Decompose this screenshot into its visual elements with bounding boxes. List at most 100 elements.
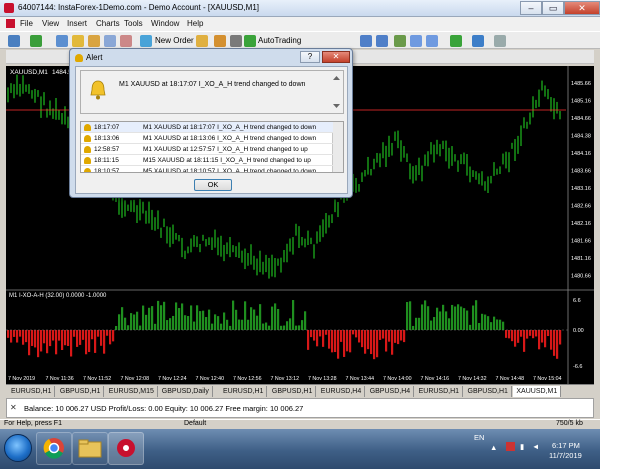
options-icon[interactable] [214, 35, 226, 47]
alert-help-button[interactable]: ? [300, 51, 320, 63]
tile-windows-icon[interactable] [394, 35, 406, 47]
chart-tab[interactable]: EURUSD,M15 [106, 386, 158, 397]
navigator-icon[interactable] [88, 35, 100, 47]
meta-editor-icon[interactable] [196, 35, 208, 47]
autotrading-icon[interactable] [244, 35, 256, 47]
menu-insert[interactable]: Insert [67, 19, 87, 28]
indicator-bar [253, 309, 256, 330]
periods-icon[interactable] [472, 35, 484, 47]
metatrader-taskbar-button[interactable] [108, 432, 144, 465]
alert-row[interactable]: 18:13:06 M1 XAUUSD at 18:13:06 I_XO_A_H t… [81, 133, 333, 144]
time-label: 7 Nov 14:16 [421, 376, 450, 382]
indicator-bar [115, 325, 118, 330]
tester-icon[interactable] [120, 35, 132, 47]
autoscroll-icon[interactable] [426, 35, 438, 47]
new-order-button[interactable]: New Order [155, 36, 194, 45]
tray-arrow-icon[interactable]: ▲ [490, 443, 497, 452]
chart-tab[interactable]: EURUSD,H1 [416, 386, 464, 397]
network-icon[interactable]: ▮ [520, 442, 524, 451]
profiles-icon[interactable] [30, 35, 42, 47]
minimize-button[interactable]: – [520, 1, 542, 15]
chrome-icon [43, 438, 64, 459]
indicator-bar [13, 330, 16, 337]
menu-window[interactable]: Window [151, 19, 179, 28]
indicators-icon[interactable] [450, 35, 462, 47]
terminal-icon[interactable] [104, 35, 116, 47]
menu-charts[interactable]: Charts [96, 19, 120, 28]
autotrading-button[interactable]: AutoTrading [258, 36, 301, 45]
alert-list-scrollbar[interactable] [332, 122, 343, 172]
indicator-bar [100, 330, 103, 346]
price-label: 1483.16 [571, 186, 591, 192]
indicator-bar [472, 305, 475, 330]
market-watch-icon[interactable] [56, 35, 68, 47]
menu-tools[interactable]: Tools [124, 19, 143, 28]
chart-tab[interactable]: GBPUSD,H4 [367, 386, 415, 397]
zoom-in-icon[interactable] [360, 35, 372, 47]
data-window-icon[interactable] [72, 35, 84, 47]
indicator-bar [463, 308, 466, 330]
clock-date[interactable]: 11/7/2019 [549, 451, 582, 460]
maximize-button[interactable]: ▭ [542, 1, 564, 15]
menu-help[interactable]: Help [187, 19, 203, 28]
indicator-bar [541, 330, 544, 343]
indicator-bar [277, 308, 280, 330]
time-label: 7 Nov 12:40 [196, 376, 225, 382]
indicator-bar [76, 330, 79, 347]
indicator-bar [214, 314, 217, 330]
indicator-bar [121, 307, 124, 330]
clock-time[interactable]: 6:17 PM [552, 441, 580, 450]
new-chart-icon[interactable] [8, 35, 20, 47]
chart-tab[interactable]: GBPUSD,Daily [159, 386, 213, 397]
start-button-icon[interactable] [4, 434, 32, 462]
zoom-out-icon[interactable] [376, 35, 388, 47]
volume-icon[interactable]: ◄ [532, 442, 539, 451]
alert-close-button[interactable]: ✕ [322, 51, 350, 63]
close-button[interactable]: ✕ [564, 1, 600, 15]
indicator-bar [403, 330, 406, 343]
indicator-bar [295, 325, 298, 330]
alert-row-time: 18:17:07 [94, 124, 120, 131]
indicator-bar [196, 305, 199, 330]
time-label: 7 Nov 12:56 [233, 376, 262, 382]
chart-tab[interactable]: EURUSD,H1 [8, 386, 56, 397]
chart-tab[interactable]: GBPUSD,H1 [465, 386, 512, 397]
alert-row[interactable]: 18:17:07 M1 XAUUSD at 18:17:07 I_XO_A_H t… [81, 122, 333, 133]
indicator-bar [544, 330, 547, 348]
chart-tab[interactable]: EURUSD,H1 [220, 386, 268, 397]
indicator-bar [325, 330, 328, 335]
message-scroll-icon[interactable] [332, 74, 341, 110]
chart-tab[interactable]: XAUUSD,M1 [513, 386, 562, 397]
menu-file[interactable]: File [20, 19, 33, 28]
indicator-bar [526, 330, 529, 339]
history-icon[interactable] [230, 35, 242, 47]
explorer-taskbar-button[interactable] [72, 432, 108, 465]
alert-history-list[interactable]: 18:17:07 M1 XAUUSD at 18:17:07 I_XO_A_H t… [80, 121, 344, 173]
indicator-bar [124, 317, 127, 330]
indicator-bar [283, 325, 286, 330]
indicator-bar [232, 300, 235, 330]
ok-button[interactable]: OK [194, 179, 232, 191]
chart-shift-icon[interactable] [410, 35, 422, 47]
chart-tab[interactable]: EURUSD,H4 [318, 386, 366, 397]
indicator-bar [355, 330, 358, 338]
indicator-bar [235, 309, 238, 330]
alert-row[interactable]: 18:11:15 M15 XAUUSD at 18:11:15 I_XO_A_H … [81, 155, 333, 166]
terminal-close-icon[interactable]: ✕ [10, 403, 17, 412]
indicator-bar [52, 330, 55, 341]
price-label: 1484.38 [571, 134, 591, 140]
price-label: 1485.66 [571, 81, 591, 87]
menu-view[interactable]: View [42, 19, 59, 28]
new-order-icon[interactable] [140, 35, 152, 47]
language-indicator[interactable]: EN [474, 433, 484, 442]
indicator-bar [202, 310, 205, 330]
chart-tab[interactable]: GBPUSD,H1 [269, 386, 317, 397]
alert-row[interactable]: 12:58:57 M1 XAUUSD at 12:57:57 I_XO_A_H t… [81, 144, 333, 155]
chart-tab[interactable]: GBPUSD,H1 [57, 386, 105, 397]
templates-icon[interactable] [494, 35, 506, 47]
indicator-bar [505, 330, 508, 338]
chrome-taskbar-button[interactable] [36, 432, 72, 465]
title-bar[interactable]: 64007144: InstaForex-1Demo.com - Demo Ac… [0, 0, 600, 17]
alert-row[interactable]: 18:10:57 M5 XAUUSD at 18:10:57 I_XO_A_H t… [81, 166, 333, 172]
flag-icon[interactable] [506, 442, 515, 451]
